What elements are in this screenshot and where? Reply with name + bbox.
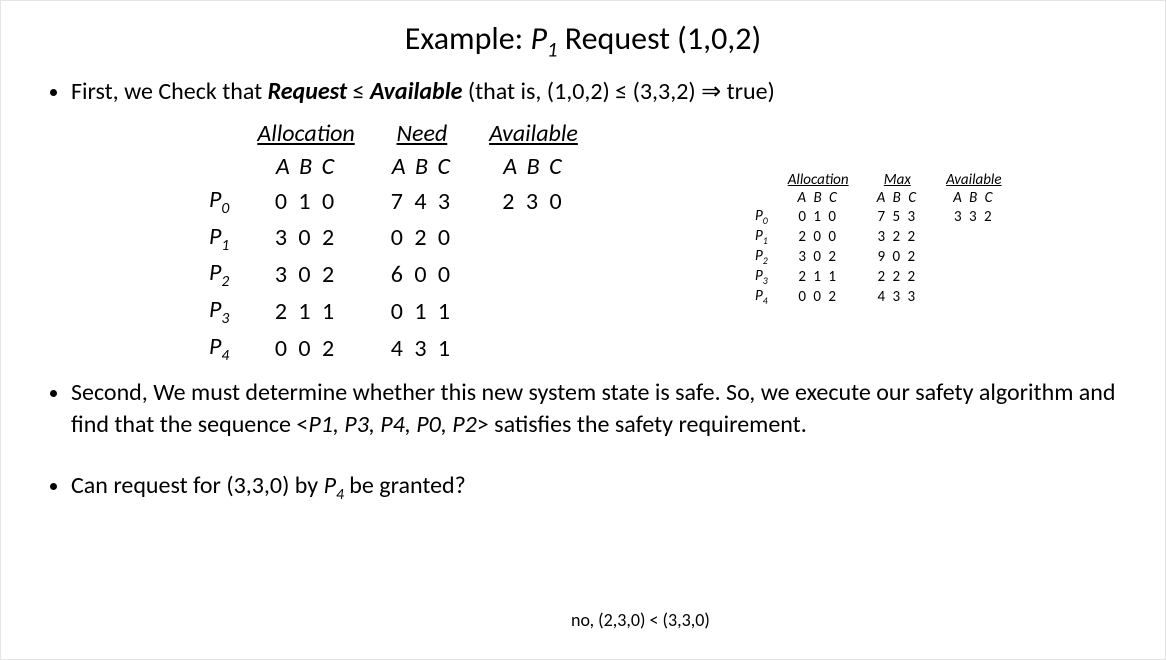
original-state-table: Allocation Max Available A B C A B C A B… — [741, 171, 1016, 307]
table-row: P2 3 0 2 9 0 2 — [741, 247, 1016, 267]
table-row: P3 2 1 1 0 1 1 — [191, 293, 596, 330]
bullet-list-2: Second, We must determine whether this n… — [41, 377, 1125, 505]
title-suffix: Request (1,0,2) — [558, 19, 762, 58]
table-row: P1 3 0 2 0 2 0 — [191, 220, 596, 257]
abc-header: A B C — [774, 189, 863, 207]
table-row: P4 0 0 2 4 3 1 — [191, 330, 596, 367]
col-need: Need — [373, 117, 471, 150]
abc-header: A B C — [373, 150, 471, 183]
col-available: Available — [471, 117, 596, 150]
bullet-first: First, we Check that Request ≤ Available… — [71, 76, 1125, 108]
side-col-max: Max — [863, 171, 932, 189]
table-row: P0 0 1 0 7 5 3 3 3 2 — [741, 207, 1016, 227]
side-col-available: Available — [932, 171, 1015, 189]
bullet-list: First, we Check that Request ≤ Available… — [41, 76, 1125, 108]
col-allocation: Allocation — [239, 117, 372, 150]
abc-header: A B C — [239, 150, 372, 183]
table-row: P4 0 0 2 4 3 3 — [741, 287, 1016, 307]
side-col-allocation: Allocation — [774, 171, 863, 189]
bullet-question: Can request for (3,3,0) by P4 be granted… — [71, 470, 1125, 505]
table-row: P1 2 0 0 3 2 2 — [741, 227, 1016, 247]
abc-header: A B C — [932, 189, 1015, 207]
table-row: P2 3 0 2 6 0 0 — [191, 256, 596, 293]
title-proc: P1 — [530, 19, 557, 58]
table-row: P3 2 1 1 2 2 2 — [741, 267, 1016, 287]
abc-header: A B C — [471, 150, 596, 183]
table-row: P0 0 1 0 7 4 3 2 3 0 — [191, 183, 596, 220]
bullet-second: Second, We must determine whether this n… — [71, 377, 1125, 442]
title-prefix: Example: — [405, 19, 531, 58]
slide-title: Example: P1 Request (1,0,2) — [41, 19, 1125, 62]
abc-header: A B C — [863, 189, 932, 207]
slide: Example: P1 Request (1,0,2) First, we Ch… — [0, 0, 1166, 660]
main-state-table: Allocation Need Available A B C A B C A … — [191, 117, 596, 367]
answer-annotation: no, (2,3,0) < (3,3,0) — [571, 609, 710, 631]
